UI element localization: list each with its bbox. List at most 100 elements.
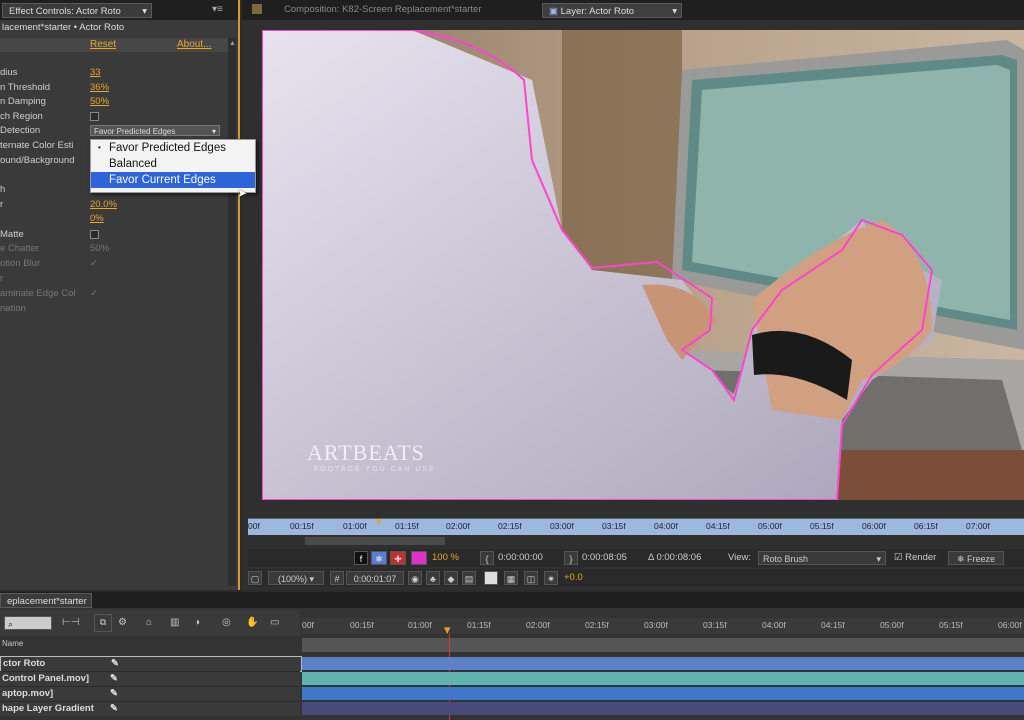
layer-switches[interactable]: ✎ xyxy=(110,687,118,701)
chevron-down-icon[interactable]: ▾ xyxy=(142,4,147,19)
menu-item-favor-current[interactable]: Favor Current Edges xyxy=(91,172,255,188)
timeline-ruler[interactable]: 00f 00:15f 01:00f 01:15f 02:00f 02:15f 0… xyxy=(302,618,1024,634)
in-time[interactable]: 0:00:00:00 xyxy=(498,549,543,567)
snapshot-icon[interactable]: ◉ xyxy=(408,571,422,585)
current-time[interactable]: 0:00:01:07 xyxy=(346,571,404,585)
ruler-label: 01:15f xyxy=(467,620,491,630)
panel-menu-icon[interactable]: ▾≡ xyxy=(212,4,223,15)
viewer-time-ruler[interactable]: 00f 00:15f 01:00f 01:15f 02:00f 02:15f 0… xyxy=(248,515,1024,535)
always-preview-icon[interactable]: ▢ xyxy=(248,571,262,585)
channel-icon[interactable]: ◆ xyxy=(444,571,458,585)
layer-switches[interactable]: ✎ xyxy=(110,702,118,716)
freeze-button[interactable]: ❄ Freeze xyxy=(948,551,1004,565)
set-out-icon[interactable]: } xyxy=(564,551,578,565)
detection-dropdown[interactable]: Favor Predicted Edges ▾ xyxy=(90,125,220,136)
layer-name: hape Layer Gradient xyxy=(2,703,94,714)
viewer-tabbar: Composition: K82-Screen Replacement*star… xyxy=(242,0,1024,20)
tab-layer[interactable]: ▣ Layer: Actor Roto ▾ xyxy=(542,3,682,18)
grid-icon[interactable]: # xyxy=(330,571,344,585)
param-value[interactable]: 33 xyxy=(90,66,101,80)
scrollbar[interactable]: ▲ xyxy=(228,38,236,586)
param-value[interactable]: 36% xyxy=(90,81,109,95)
ruler-label: 03:00f xyxy=(550,521,574,531)
layer-row[interactable]: hape Layer Gradient ✎ xyxy=(0,701,300,716)
menu-item-balanced[interactable]: Balanced xyxy=(91,156,255,172)
menu-item-favor-predicted[interactable]: • Favor Predicted Edges xyxy=(91,140,255,156)
draft-3d-icon[interactable]: ⚙ xyxy=(118,617,127,628)
resolution-icon[interactable]: ▤ xyxy=(462,571,476,585)
bullet-icon: • xyxy=(98,143,101,152)
exposure-value[interactable]: +0.0 xyxy=(564,569,583,587)
layer-row[interactable]: ctor Roto ✎ xyxy=(0,656,302,672)
param-label: n Threshold xyxy=(0,82,50,93)
watermark-tagline: FOOTAGE YOU CAN USE xyxy=(314,466,436,473)
transparency-grid-icon[interactable]: ▦ xyxy=(504,571,518,585)
render-checkbox[interactable]: ☑ Render xyxy=(894,549,936,567)
alpha-boundary-icon[interactable]: ✚ xyxy=(390,551,406,565)
layer-footage-frame[interactable]: ARTBEATS FOOTAGE YOU CAN USE xyxy=(262,30,1024,500)
layer-row[interactable]: aptop.mov] ✎ xyxy=(0,686,300,701)
work-area-bar[interactable] xyxy=(302,638,1024,652)
reset-link[interactable]: Reset xyxy=(90,39,116,50)
search-input[interactable]: ⌕ xyxy=(4,616,52,630)
region-of-interest-icon[interactable] xyxy=(484,571,498,585)
show-snapshot-icon[interactable]: ♣ xyxy=(426,571,440,585)
param-value[interactable]: 20.0% xyxy=(90,198,117,212)
tab-composition[interactable]: Composition: K82-Screen Replacement*star… xyxy=(284,4,481,15)
layer-bar[interactable] xyxy=(302,657,1024,670)
overlay-color-swatch[interactable] xyxy=(411,551,427,565)
magnification-dropdown[interactable]: (100%) ▾ xyxy=(268,571,324,585)
ruler-label: 00f xyxy=(302,620,314,630)
set-in-icon[interactable]: { xyxy=(480,551,494,565)
checkbox[interactable] xyxy=(90,228,99,242)
layer-row[interactable]: Control Panel.mov] ✎ xyxy=(0,671,300,686)
view-dropdown[interactable]: Roto Brush ▾ xyxy=(758,551,886,565)
checkmark-icon: ✓ xyxy=(90,258,98,269)
layer-bar[interactable] xyxy=(302,672,1024,685)
motion-blur-icon[interactable]: ◑ xyxy=(194,617,200,628)
param-label: Matte xyxy=(0,229,24,240)
roto-view-icon[interactable]: ✱ xyxy=(371,551,387,565)
3d-view-icon[interactable]: ◫ xyxy=(524,571,538,585)
about-link[interactable]: About... xyxy=(177,39,211,50)
param-value[interactable]: 0% xyxy=(90,212,104,226)
layer-switches[interactable]: ✎ xyxy=(111,657,119,671)
param-label: dius xyxy=(0,67,18,78)
param-label: r xyxy=(0,273,4,284)
param-row: nation xyxy=(0,302,228,316)
layer-bar[interactable] xyxy=(302,687,1024,700)
param-row-detection: Detection Favor Predicted Edges ▾ xyxy=(0,124,228,138)
ruler-label: 00f xyxy=(248,521,260,531)
layer-bar[interactable] xyxy=(302,702,1024,715)
ruler-label: 02:00f xyxy=(446,521,470,531)
checkbox[interactable] xyxy=(90,110,99,124)
first-frame-icon[interactable]: f xyxy=(354,551,368,565)
timeline-tabbar: eplacement*starter xyxy=(0,592,1024,608)
overlay-opacity[interactable]: 100 % xyxy=(432,549,459,567)
param-label: aminate Edge Col xyxy=(0,288,76,299)
param-label: ternate Color Esti xyxy=(0,140,74,151)
layer-switches[interactable]: ✎ xyxy=(110,672,118,686)
param-row: r 20.0% xyxy=(0,198,228,212)
exposure-icon[interactable]: ✷ xyxy=(544,571,558,585)
comp-mini-flowchart-icon[interactable]: ⊢⊣ xyxy=(62,617,79,628)
toggle-switches-icon[interactable]: ⧉ xyxy=(94,614,112,632)
param-row: n Damping 50% xyxy=(0,95,228,109)
brainstorm-icon[interactable]: ✋ xyxy=(246,617,258,628)
playhead-icon[interactable]: ▾ xyxy=(376,515,382,528)
camera-icon[interactable]: ▭ xyxy=(270,617,279,628)
graph-editor-icon[interactable]: ◎ xyxy=(222,617,231,628)
scroll-up-icon[interactable]: ▲ xyxy=(229,40,236,47)
out-time[interactable]: 0:00:08:05 xyxy=(582,549,627,567)
ruler-label: 06:00f xyxy=(862,521,886,531)
tab-timeline[interactable]: eplacement*starter xyxy=(0,593,92,608)
ruler-label: 04:00f xyxy=(654,521,678,531)
param-row: Matte xyxy=(0,228,228,242)
param-value[interactable]: 50% xyxy=(90,95,109,109)
param-label: e Chatter xyxy=(0,243,40,254)
layer-name: aptop.mov] xyxy=(2,688,54,699)
shy-icon[interactable]: ⌂ xyxy=(146,617,152,628)
tab-effect-controls[interactable]: Effect Controls: Actor Roto ▾ xyxy=(2,3,152,18)
frame-blending-icon[interactable]: ▥ xyxy=(170,617,179,628)
ruler-label: 06:00f xyxy=(998,620,1022,630)
